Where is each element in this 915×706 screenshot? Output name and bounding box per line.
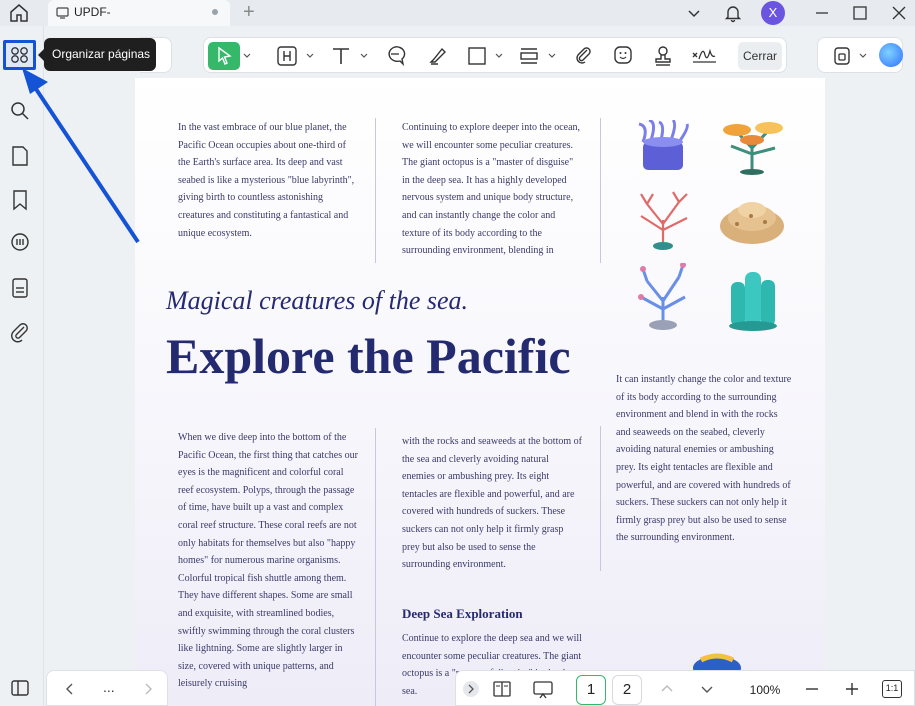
page-controls: 1 2 100% 1:1 bbox=[455, 670, 915, 706]
chevron-down-icon[interactable] bbox=[242, 42, 252, 70]
grid-icon bbox=[11, 47, 28, 63]
actual-size-button[interactable]: 1:1 bbox=[882, 680, 902, 698]
maximize-icon[interactable] bbox=[850, 3, 870, 23]
coral-illustration bbox=[720, 202, 784, 244]
coral-illustration bbox=[638, 120, 689, 170]
chevron-down-icon[interactable] bbox=[305, 42, 315, 70]
tooltip: Organizar páginas bbox=[38, 38, 156, 71]
right-toolbar bbox=[817, 37, 903, 73]
section-heading: Deep Sea Exploration bbox=[402, 606, 523, 621]
text-tool-icon[interactable] bbox=[330, 42, 352, 70]
document-tab[interactable]: UPDF- bbox=[48, 0, 230, 26]
chevron-down-icon[interactable] bbox=[547, 42, 557, 70]
form-field-icon[interactable] bbox=[518, 42, 540, 70]
comment-icon[interactable] bbox=[8, 231, 32, 255]
chevron-up-icon[interactable] bbox=[659, 681, 675, 697]
home-icon[interactable] bbox=[8, 3, 30, 23]
comment-tool-icon[interactable] bbox=[384, 42, 406, 70]
highlighter-icon[interactable] bbox=[426, 42, 448, 70]
chevron-down-icon[interactable] bbox=[494, 42, 504, 70]
minimize-icon[interactable] bbox=[812, 3, 832, 23]
page-2-button[interactable]: 2 bbox=[612, 675, 642, 705]
document-icon bbox=[56, 7, 69, 19]
pointer-icon bbox=[218, 46, 232, 65]
document-subtitle: Magical creatures of the sea. bbox=[166, 286, 469, 315]
page-nav-left: ... bbox=[46, 670, 168, 706]
column-text: When we dive deep into the bottom of the… bbox=[178, 432, 358, 690]
expand-icon[interactable] bbox=[462, 680, 480, 698]
chevron-down-icon[interactable] bbox=[359, 42, 369, 70]
close-button[interactable]: Cerrar bbox=[738, 42, 782, 70]
column-text: with the rocks and seaweeds at the botto… bbox=[402, 436, 582, 571]
coral-illustration bbox=[723, 122, 783, 175]
new-tab-button[interactable]: + bbox=[243, 2, 255, 22]
column-divider bbox=[375, 118, 376, 263]
sticker-icon[interactable] bbox=[612, 42, 634, 70]
main-toolbar: Cerrar bbox=[203, 37, 787, 73]
save-icon[interactable] bbox=[832, 45, 852, 67]
coral-illustration bbox=[638, 263, 686, 330]
chevron-down-icon[interactable] bbox=[699, 681, 715, 697]
header-tool-icon[interactable] bbox=[276, 42, 298, 70]
zoom-level[interactable]: 100% bbox=[743, 675, 787, 705]
zoom-in-icon[interactable] bbox=[844, 681, 860, 697]
column-text: Continuing to explore deeper into the oc… bbox=[402, 122, 581, 257]
left-sidebar bbox=[0, 26, 44, 706]
column-text: It can instantly change the color and te… bbox=[616, 374, 792, 544]
organize-pages-button[interactable] bbox=[3, 40, 36, 70]
zoom-out-icon[interactable] bbox=[804, 681, 820, 697]
avatar[interactable]: X bbox=[761, 1, 785, 25]
column-divider bbox=[375, 428, 376, 706]
stamp-icon[interactable] bbox=[652, 42, 674, 70]
chevron-right-icon[interactable] bbox=[141, 681, 155, 697]
column-text: In the vast embrace of our blue planet, … bbox=[178, 122, 355, 239]
theme-icon[interactable] bbox=[8, 676, 32, 700]
chevron-left-icon[interactable] bbox=[63, 681, 77, 697]
more-button[interactable]: ... bbox=[103, 679, 115, 695]
search-icon[interactable] bbox=[8, 99, 32, 123]
bookmark-icon[interactable] bbox=[8, 188, 32, 212]
close-window-icon[interactable] bbox=[889, 3, 909, 23]
page-icon[interactable] bbox=[8, 144, 32, 168]
unsaved-dot-icon bbox=[212, 9, 218, 15]
page-1-button[interactable]: 1 bbox=[576, 675, 606, 705]
tab-title: UPDF- bbox=[74, 5, 111, 19]
column-divider bbox=[600, 118, 601, 263]
attachment-icon[interactable] bbox=[8, 320, 32, 344]
signature-icon[interactable] bbox=[690, 42, 718, 70]
chevron-down-icon[interactable] bbox=[684, 3, 704, 23]
paperclip-icon[interactable] bbox=[572, 42, 594, 70]
select-tool-button[interactable] bbox=[208, 42, 240, 70]
chevron-down-icon[interactable] bbox=[858, 48, 868, 64]
bell-icon[interactable] bbox=[723, 3, 743, 23]
document-headline: Explore the Pacific bbox=[166, 328, 571, 384]
title-bar: UPDF- + X bbox=[0, 0, 915, 26]
document-info-icon[interactable] bbox=[8, 276, 32, 300]
rectangle-tool-icon[interactable] bbox=[466, 42, 488, 70]
coral-illustration bbox=[729, 272, 777, 331]
coral-illustration bbox=[640, 191, 688, 250]
presentation-icon[interactable] bbox=[532, 679, 554, 699]
ai-assistant-button[interactable] bbox=[879, 43, 903, 67]
column-divider bbox=[600, 426, 601, 571]
reading-mode-icon[interactable] bbox=[492, 679, 512, 699]
document-page: In the vast embrace of our blue planet, … bbox=[135, 78, 825, 706]
